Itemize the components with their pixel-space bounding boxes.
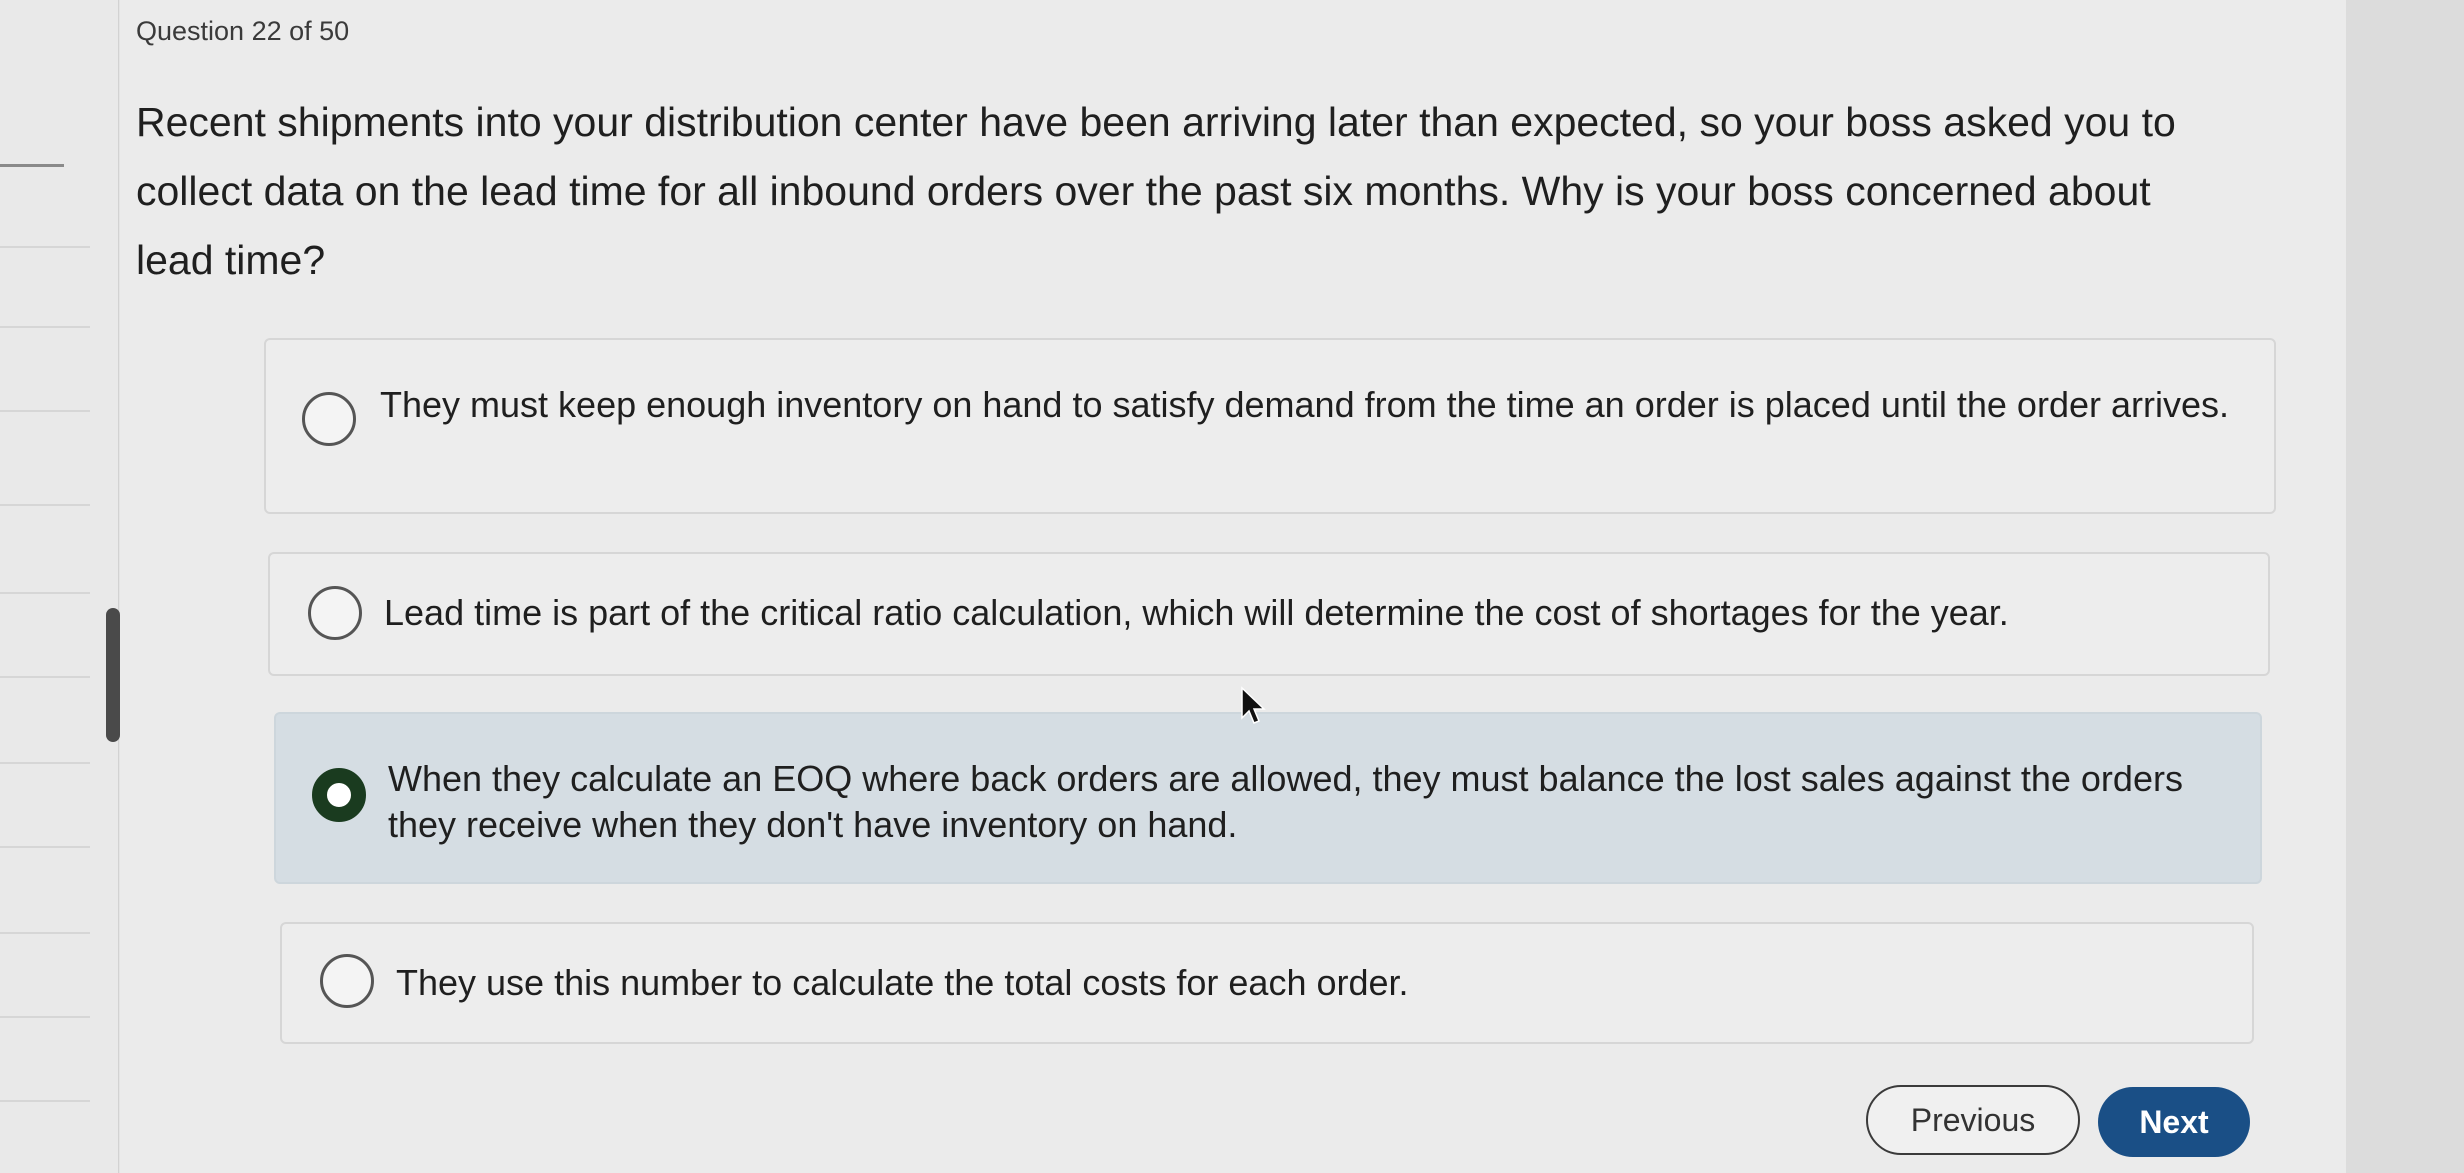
sidebar-divider <box>0 246 90 248</box>
sidebar-divider <box>0 164 64 167</box>
next-button[interactable]: Next <box>2098 1087 2250 1157</box>
answer-option-2[interactable]: Lead time is part of the critical ratio … <box>268 552 2270 676</box>
sidebar-divider <box>0 410 90 412</box>
radio-button[interactable] <box>308 586 362 640</box>
answer-text: Lead time is part of the critical ratio … <box>384 592 2009 633</box>
sidebar-divider <box>0 504 90 506</box>
right-margin <box>2346 0 2464 1173</box>
answer-text: They use this number to calculate the to… <box>396 962 1409 1003</box>
radio-button[interactable] <box>302 392 356 446</box>
question-text: Recent shipments into your distribution … <box>136 99 2176 283</box>
previous-button[interactable]: Previous <box>1866 1085 2080 1155</box>
radio-button[interactable] <box>320 954 374 1008</box>
sidebar-divider <box>0 326 90 328</box>
sidebar-divider <box>0 762 90 764</box>
answer-text: When they calculate an EOQ where back or… <box>388 758 2183 845</box>
answer-text: They must keep enough inventory on hand … <box>380 384 2229 425</box>
answer-option-1[interactable]: They must keep enough inventory on hand … <box>264 338 2276 514</box>
sidebar-divider <box>0 932 90 934</box>
answer-option-4[interactable]: They use this number to calculate the to… <box>280 922 2254 1044</box>
mouse-pointer-icon <box>1241 686 1266 724</box>
left-sidebar <box>0 0 120 1173</box>
question-counter: Question 22 of 50 <box>136 16 350 46</box>
answer-option-3[interactable]: When they calculate an EOQ where back or… <box>274 712 2262 884</box>
sidebar-divider <box>0 1016 90 1018</box>
sidebar-divider <box>0 1100 90 1102</box>
scrollbar-thumb[interactable] <box>106 608 120 742</box>
sidebar-divider <box>0 846 90 848</box>
sidebar-divider <box>0 592 90 594</box>
radio-button-selected[interactable] <box>312 768 366 822</box>
sidebar-divider <box>0 676 90 678</box>
